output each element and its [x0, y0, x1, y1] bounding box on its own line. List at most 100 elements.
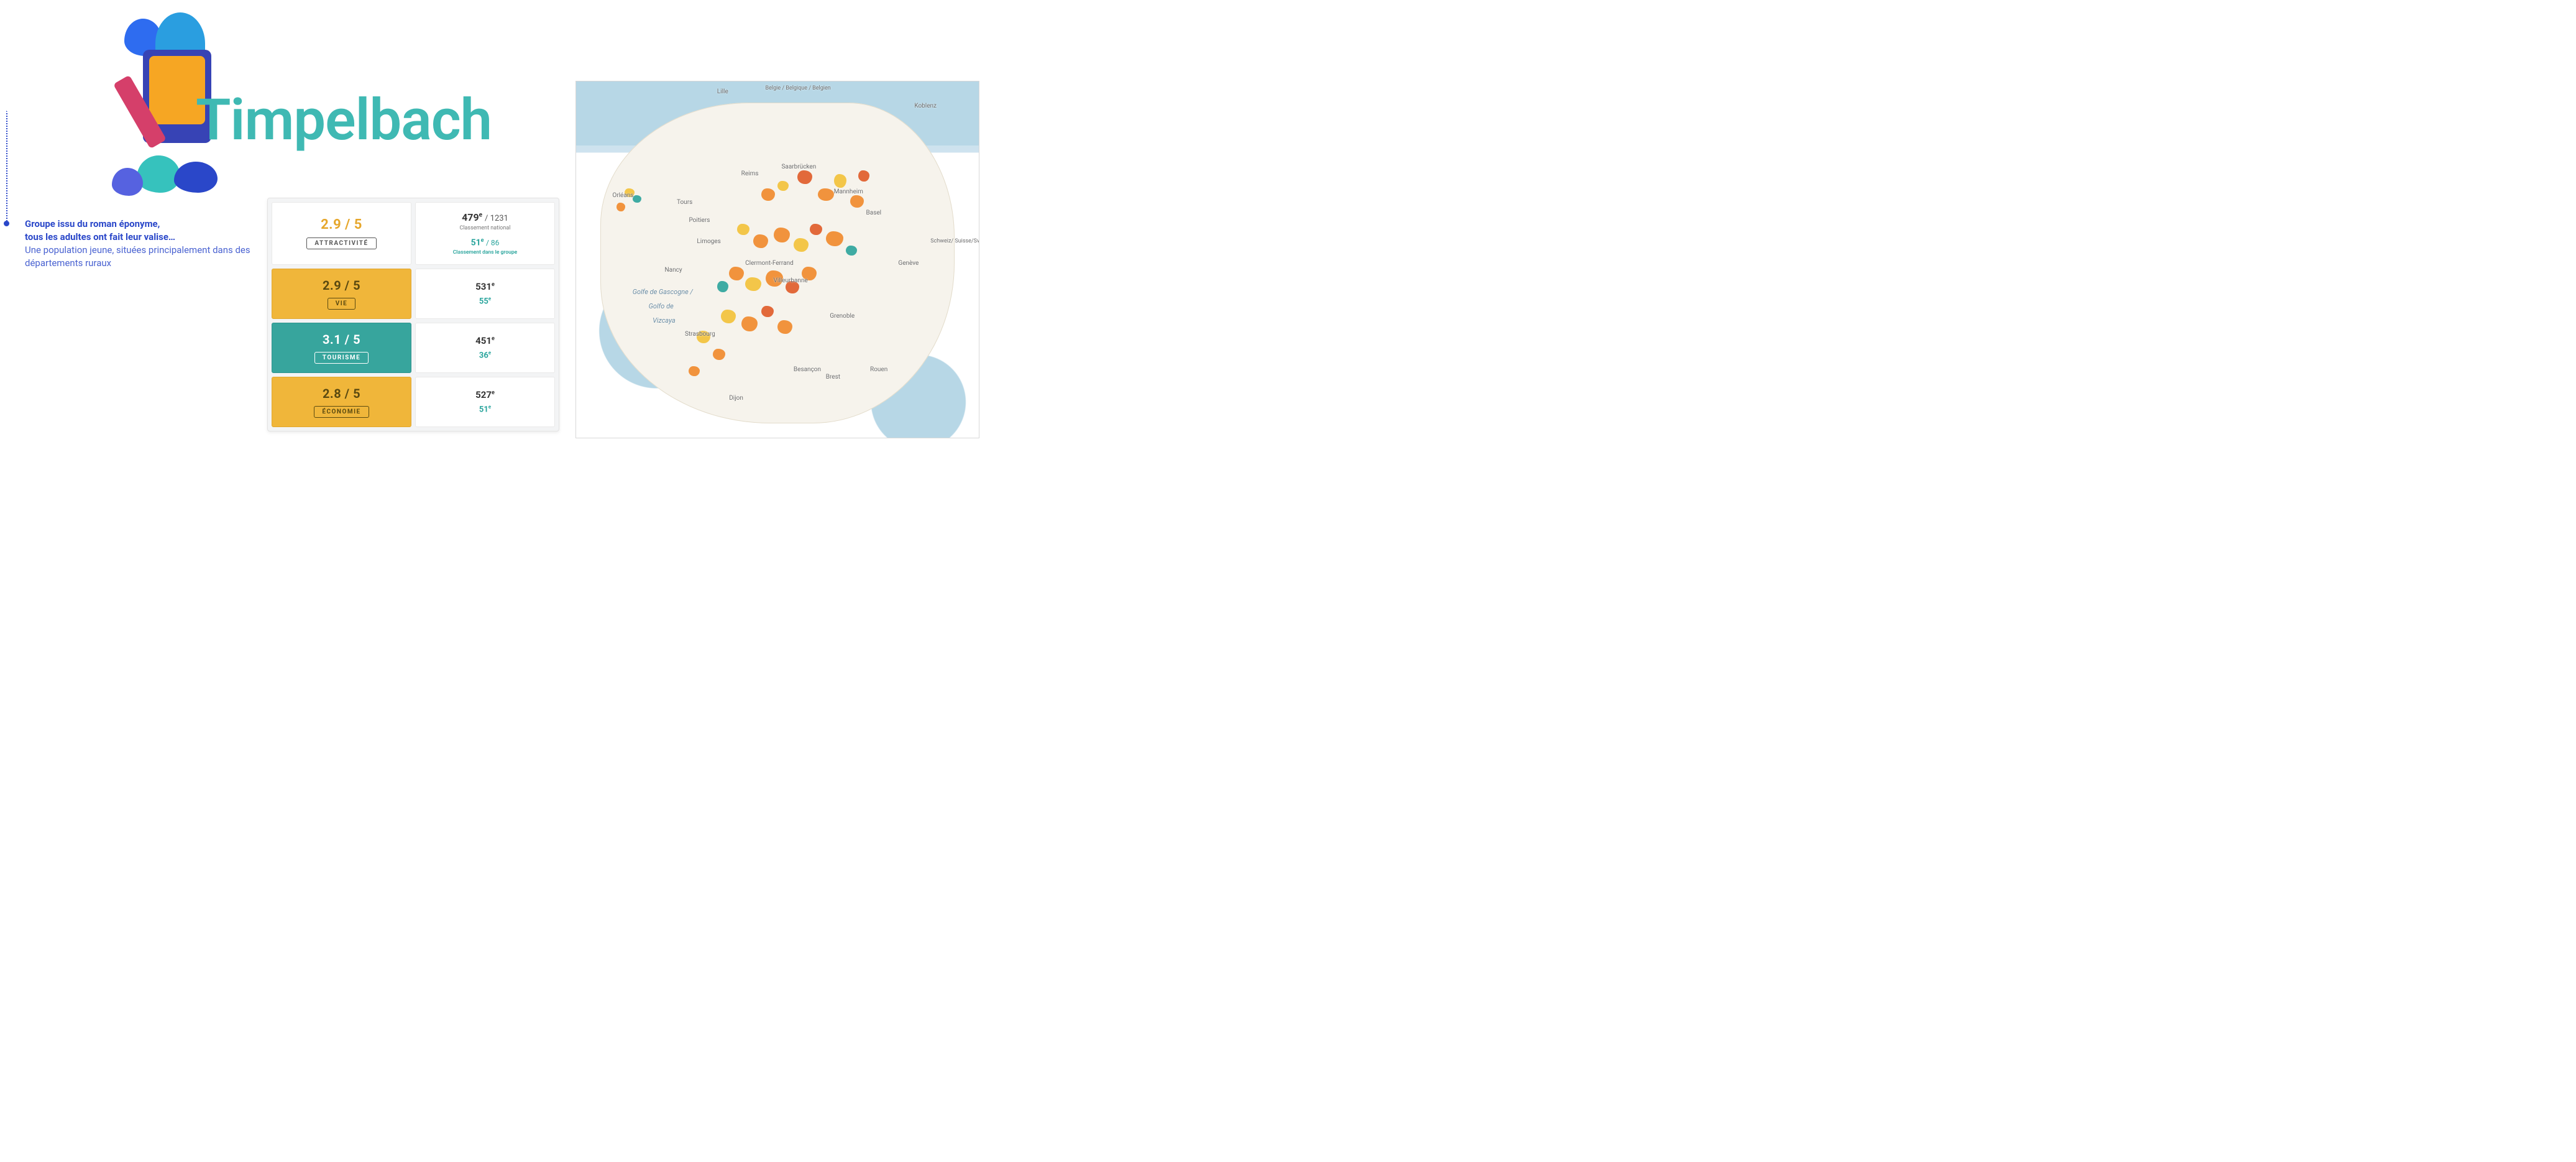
map-region-blob: [721, 310, 736, 323]
card-vie-score: 2.9 / 5 VIE: [272, 269, 411, 319]
rank-sup: e: [492, 390, 495, 396]
city-label-bordeaux: Strasbourg: [685, 331, 715, 338]
rank-sup: e: [479, 212, 482, 219]
rank-national: 531e: [475, 281, 495, 292]
city-label-paris: Reims: [741, 170, 759, 177]
rank-group: 51e: [479, 404, 491, 414]
map-region-blob: [616, 203, 625, 211]
map-region-blob: [633, 195, 641, 203]
rank-national-value: 479: [462, 211, 479, 223]
chip-economie: ÉCONOMIE: [314, 406, 369, 418]
score-value: 2.9 / 5: [323, 278, 360, 293]
rank-sup: e: [481, 237, 484, 244]
map-region-blob: [713, 349, 725, 360]
city-label-lyon: Grenoble: [830, 313, 855, 320]
row-attractivite: 2.9 / 5 ATTRACTIVITÉ 479e / 1231 Classem…: [272, 202, 555, 265]
city-label-troyes: Mannheim: [834, 188, 863, 195]
map-region-blob: [850, 195, 864, 208]
page-title: Timpelbach: [196, 87, 492, 154]
country-label-be: Belgie / Belgique / Belgien: [766, 85, 831, 91]
group-description: Groupe issu du roman éponyme, tous les a…: [25, 218, 261, 270]
rank-value: 527: [475, 389, 492, 400]
rank-value: 451: [475, 335, 492, 346]
map-region-blob: [774, 228, 790, 242]
row-tourisme: 3.1 / 5 TOURISME 451e 36e: [272, 323, 555, 373]
map-region-blob: [826, 231, 843, 246]
description-line-1: Groupe issu du roman éponyme,: [25, 218, 261, 231]
rank-national: 527e: [475, 389, 495, 400]
connector-line: [6, 111, 12, 221]
city-label-brest: Orléans: [612, 192, 633, 199]
rank-sup: e: [488, 296, 491, 302]
map-region-blob: [794, 238, 809, 252]
city-label-rennes: Tours: [677, 199, 692, 206]
rank-group: 51e / 86: [471, 237, 500, 248]
city-label-dijon: Basel: [866, 210, 882, 216]
rank-national-total: / 1231: [485, 214, 508, 223]
rank-national: 451e: [475, 335, 495, 346]
city-label-toulouse: Dijon: [729, 395, 743, 402]
map-region-blob: [777, 320, 792, 334]
city-label-marseille: Brest: [826, 374, 840, 380]
rank-sup: e: [488, 350, 491, 356]
description-line-3: Une population jeune, situées principale…: [25, 244, 261, 270]
card-tourisme-rank: 451e 36e: [415, 323, 555, 373]
card-vie-rank: 531e 55e: [415, 269, 555, 319]
city-label-lille: Lille: [717, 88, 728, 95]
map-region-blob: [810, 224, 822, 235]
rank-group-total: / 86: [486, 239, 499, 247]
chip-tourisme: TOURISME: [314, 352, 369, 364]
map-france[interactable]: Golfe de Gascogne / Golfo de Vizcaya Rei…: [575, 81, 979, 438]
row-economie: 2.8 / 5 ÉCONOMIE 527e 51e: [272, 377, 555, 427]
map-region-blob: [818, 188, 834, 201]
map-region-blob: [761, 306, 774, 317]
rank-group-value: 51: [471, 238, 481, 248]
card-attractivite-rank: 479e / 1231 Classement national 51e / 86…: [415, 202, 555, 265]
city-label-larochelle: Nancy: [665, 267, 682, 274]
map-region-blob: [741, 316, 758, 331]
rank-sup: e: [488, 404, 491, 410]
sea-label-1: Golfe de Gascogne /: [633, 288, 693, 296]
rank-sup: e: [492, 336, 495, 342]
city-label-montpellier: Besançon: [794, 366, 821, 373]
sea-label-3: Vizcaya: [653, 316, 676, 325]
score-panel: 2.9 / 5 ATTRACTIVITÉ 479e / 1231 Classem…: [267, 198, 559, 431]
row-vie: 2.9 / 5 VIE 531e 55e: [272, 269, 555, 319]
chip-attractivite: ATTRACTIVITÉ: [306, 237, 376, 249]
description-line-2: tous les adultes ont fait leur valise…: [25, 231, 261, 244]
rank-group: 55e: [479, 296, 491, 306]
city-label-limoges: Clermont-Ferrand: [745, 260, 794, 267]
rank-national: 479e / 1231: [462, 211, 508, 223]
city-label-geneve: Genève: [898, 260, 919, 267]
country-label-ch: Schweiz/ Suisse/Svizzera/ Svizra: [930, 238, 979, 244]
chip-vie: VIE: [328, 298, 356, 310]
city-label-angers: Poitiers: [689, 217, 710, 224]
city-label-poitiers: Limoges: [697, 238, 720, 245]
rank-group-value: 55: [479, 297, 488, 306]
map-region-blob: [717, 281, 728, 292]
map-region-blob: [761, 188, 775, 201]
city-label-nice: Rouen: [870, 366, 887, 373]
card-economie-rank: 527e 51e: [415, 377, 555, 427]
rank-value: 531: [475, 281, 492, 292]
rank-group: 36e: [479, 350, 491, 360]
map-region-blob: [834, 174, 846, 188]
city-label-reims: Saarbrücken: [781, 164, 816, 170]
rank-group-value: 51: [479, 405, 488, 414]
card-economie-score: 2.8 / 5 ÉCONOMIE: [272, 377, 411, 427]
sea-label-2: Golfo de: [649, 302, 674, 310]
map-region-blob: [729, 267, 744, 280]
score-value: 3.1 / 5: [323, 332, 360, 347]
map-region-blob: [846, 246, 857, 256]
rank-sup: e: [492, 282, 495, 288]
map-region-blob: [858, 170, 869, 182]
rank-national-label: Classement national: [459, 225, 510, 231]
rank-group-label: Classement dans le groupe: [453, 249, 517, 256]
card-tourisme-score: 3.1 / 5 TOURISME: [272, 323, 411, 373]
city-label-clermont: Villeurbanne: [774, 277, 808, 284]
card-attractivite-score: 2.9 / 5 ATTRACTIVITÉ: [272, 202, 411, 265]
score-value: 2.8 / 5: [323, 386, 360, 401]
city-label-frankfurt: Koblenz: [914, 103, 937, 109]
score-value: 2.9 / 5: [321, 217, 362, 233]
connector-dot: [4, 221, 9, 226]
